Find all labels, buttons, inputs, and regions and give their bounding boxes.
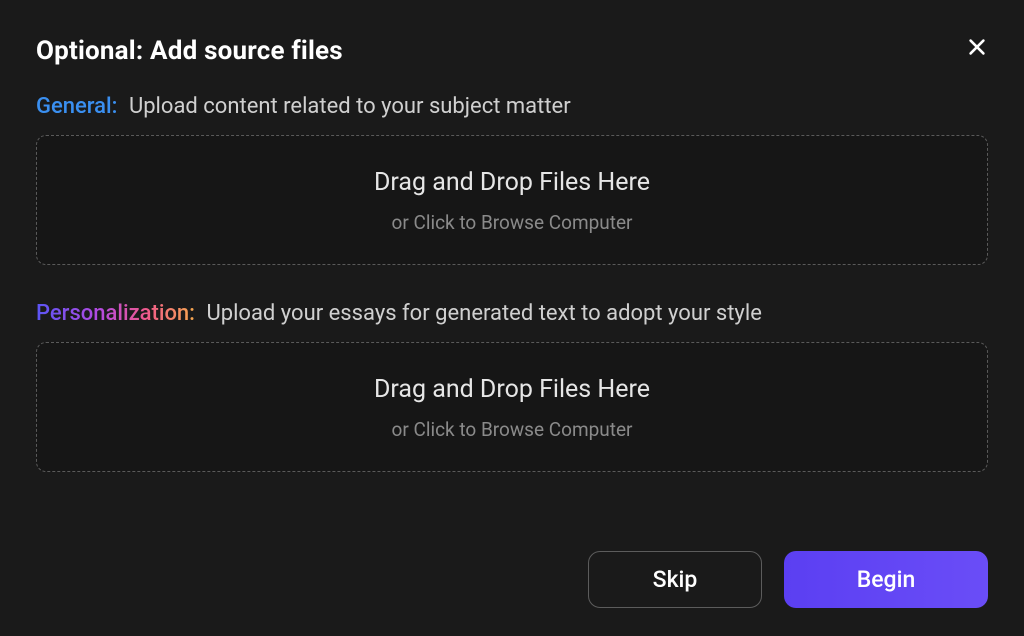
general-dropzone-subtitle: or Click to Browse Computer: [57, 211, 967, 234]
modal-footer: Skip Begin: [36, 543, 988, 608]
personalization-label-row: Personalization: Upload your essays for …: [36, 301, 988, 326]
general-label-row: General: Upload content related to your …: [36, 94, 988, 119]
general-label: General:: [36, 94, 117, 119]
general-dropzone[interactable]: Drag and Drop Files Here or Click to Bro…: [36, 135, 988, 265]
close-icon: [966, 36, 988, 61]
begin-button[interactable]: Begin: [784, 551, 988, 608]
skip-button[interactable]: Skip: [588, 551, 762, 608]
general-section: General: Upload content related to your …: [36, 94, 988, 265]
personalization-label: Personalization:: [36, 301, 195, 326]
personalization-dropzone[interactable]: Drag and Drop Files Here or Click to Bro…: [36, 342, 988, 472]
personalization-section: Personalization: Upload your essays for …: [36, 301, 988, 472]
close-button[interactable]: [966, 36, 988, 61]
modal-title: Optional: Add source files: [36, 36, 343, 66]
modal-header: Optional: Add source files: [36, 36, 988, 66]
personalization-dropzone-subtitle: or Click to Browse Computer: [57, 418, 967, 441]
general-dropzone-title: Drag and Drop Files Here: [57, 168, 967, 197]
personalization-dropzone-title: Drag and Drop Files Here: [57, 375, 967, 404]
personalization-description: Upload your essays for generated text to…: [206, 301, 761, 326]
general-description: Upload content related to your subject m…: [129, 94, 571, 119]
